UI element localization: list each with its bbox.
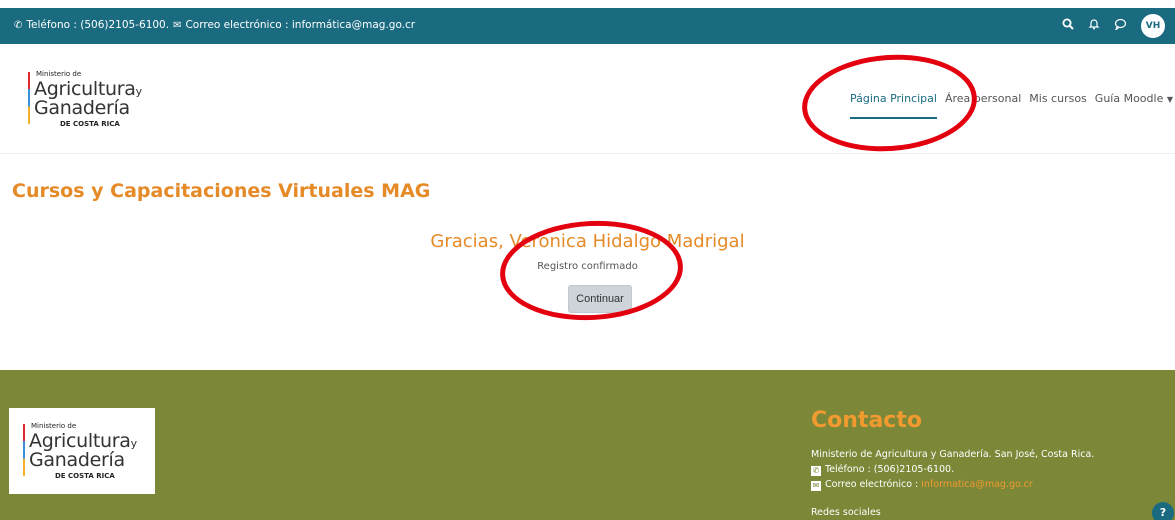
logo-line-costa-rica: DE COSTA RICA — [60, 120, 120, 128]
page-title: Cursos y Capacitaciones Virtuales MAG — [12, 180, 431, 202]
footer-email-line: ✉ Correo electrónico : informatica@mag.go… — [811, 479, 1033, 491]
site-header: Ministerio de Agriculturay Ganadería DE … — [0, 44, 1175, 154]
nav-item-mis-cursos[interactable]: Mis cursos — [1029, 92, 1087, 119]
footer-logo-box: Ministerio de Agriculturay Ganadería DE … — [9, 408, 155, 494]
confirmation-text: Registro confirmado — [537, 261, 638, 272]
footer-logo-y-text: y — [130, 437, 138, 450]
top-contact-info: ✆ Teléfono : (506)2105-6100. ✉ Correo el… — [14, 19, 415, 31]
chat-icon[interactable] — [1114, 14, 1127, 38]
greeting-heading: Gracias, Veronica Hidalgo Madrigal — [430, 231, 745, 252]
footer-email-label: Correo electrónico : — [825, 479, 919, 490]
nav-item-area-personal[interactable]: Área personal — [945, 92, 1021, 119]
search-icon[interactable] — [1062, 14, 1074, 38]
user-avatar[interactable]: VH — [1141, 14, 1165, 38]
nav-guia-moodle-label: Guía Moodle — [1094, 92, 1164, 105]
top-phone: Teléfono : (506)2105-6100. — [26, 19, 170, 31]
top-email[interactable]: Correo electrónico : informática@mag.go.… — [185, 19, 415, 31]
continue-button[interactable]: Continuar — [568, 285, 632, 313]
nav-item-pagina-principal[interactable]: Página Principal — [849, 92, 937, 119]
phone-icon: ✆ — [14, 19, 23, 31]
social-heading: Redes sociales — [811, 507, 881, 518]
main-nav: Página Principal Área personal Mis curso… — [849, 92, 1173, 119]
top-bar: ✆ Teléfono : (506)2105-6100. ✉ Correo el… — [0, 8, 1175, 44]
footer-logo-line-costa-rica: DE COSTA RICA — [55, 472, 115, 480]
footer-mag-logo[interactable]: Ministerio de Agriculturay Ganadería DE … — [23, 418, 153, 488]
logo-y-text: y — [135, 85, 143, 98]
contact-heading: Contacto — [811, 408, 922, 433]
phone-icon: ✆ — [811, 466, 821, 476]
logo-line-ministerio: Ministerio de — [36, 70, 82, 78]
footer-phone-line: ✆ Teléfono : (506)2105-6100. — [811, 464, 954, 476]
footer-email-link[interactable]: informatica@mag.go.cr — [921, 479, 1033, 490]
site-footer: Ministerio de Agriculturay Ganadería DE … — [0, 370, 1175, 520]
logo-color-bar — [28, 72, 30, 124]
envelope-icon: ✉ — [811, 481, 821, 491]
footer-address: Ministerio de Agricultura y Ganadería. S… — [811, 449, 1095, 460]
chevron-down-icon: ▼ — [1166, 95, 1173, 104]
bell-icon[interactable] — [1088, 14, 1100, 38]
footer-logo-line-ganaderia: Ganadería — [29, 449, 125, 471]
footer-logo-color-bar — [23, 424, 25, 476]
top-bar-actions: VH — [1062, 14, 1165, 38]
mag-logo[interactable]: Ministerio de Agriculturay Ganadería DE … — [28, 66, 158, 136]
help-button[interactable]: ? — [1152, 502, 1174, 520]
footer-logo-line-ministerio: Ministerio de — [31, 422, 77, 430]
logo-line-ganaderia: Ganadería — [34, 97, 130, 119]
footer-phone: Teléfono : (506)2105-6100. — [825, 464, 955, 475]
envelope-icon: ✉ — [173, 19, 182, 31]
nav-item-guia-moodle[interactable]: Guía Moodle ▼ — [1095, 92, 1173, 119]
